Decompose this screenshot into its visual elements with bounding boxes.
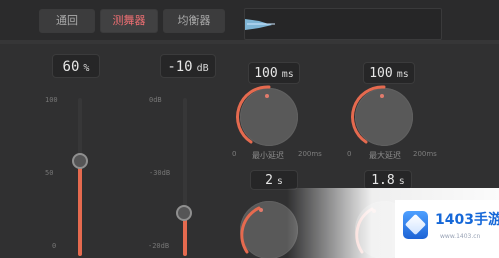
slider-panel: 60% -10 dB 100 50 0 0dB -30dB -20dB	[0, 44, 220, 258]
mix-tick-top: 100	[45, 96, 58, 104]
knob-top-right-min: 0	[347, 150, 352, 158]
cube-icon	[404, 213, 427, 236]
knob-top-left-arc	[236, 85, 271, 144]
gain-tick-mid: -30dB	[149, 169, 171, 177]
knob-top-left-max: 200ms	[298, 150, 322, 158]
knob-bottom-right-unit: s	[398, 176, 405, 187]
waveform-icon	[245, 19, 275, 30]
gain-value-display: -10 dB	[160, 54, 216, 78]
mix-tick-mid: 50	[45, 169, 54, 177]
knob-top-left-min: 0	[232, 150, 237, 158]
mix-slider-track[interactable]	[78, 98, 82, 256]
mix-slider-fill	[78, 161, 82, 256]
gain-unit: dB	[196, 63, 209, 74]
knob-top-left-label: 最小延迟	[252, 151, 284, 160]
knob-top-right-arc	[351, 85, 386, 144]
knob-bottom-right-value-display: 1.8 s	[364, 170, 412, 190]
knob-bottom-left-unit: s	[276, 176, 283, 187]
gain-slider-track[interactable]	[183, 98, 187, 256]
top-bar: 通回 测舞器 均衡器	[0, 0, 499, 40]
mix-tick-bottom: 0	[52, 242, 57, 250]
mix-slider-thumb[interactable]	[72, 153, 88, 169]
knob-bottom-right-value: 1.8	[371, 173, 395, 188]
knob-top-right-label: 最大延迟	[369, 151, 401, 160]
gain-tick-bottom: -20dB	[148, 242, 170, 250]
mix-value-display: 60%	[52, 54, 100, 78]
gain-value: -10	[167, 59, 193, 75]
tab-flanger[interactable]: 测舞器	[100, 9, 158, 33]
tab-return[interactable]: 通回	[39, 9, 95, 33]
watermark-title: 1403手游网	[435, 212, 499, 228]
mix-value: 60	[62, 59, 80, 75]
knob-top-right-max: 200ms	[413, 150, 437, 158]
knob-bottom-left-value: 2	[265, 173, 273, 188]
waveform-preview	[244, 8, 442, 40]
gain-slider-thumb[interactable]	[176, 205, 192, 221]
tab-group: 通回 测舞器 均衡器	[39, 9, 225, 33]
tab-equalizer[interactable]: 均衡器	[163, 9, 225, 33]
knob-bottom-left-value-display: 2s	[250, 170, 298, 190]
app-root: 通回 测舞器 均衡器 60% -10 dB 100 50 0 0dB -30dB …	[0, 0, 499, 258]
mix-unit: %	[83, 63, 90, 74]
watermark-url: www.1403.cn	[440, 233, 481, 240]
gain-tick-top: 0dB	[149, 96, 162, 104]
watermark-logo-icon	[403, 211, 428, 239]
watermark-badge: 1403手游网 www.1403.cn	[395, 200, 499, 258]
